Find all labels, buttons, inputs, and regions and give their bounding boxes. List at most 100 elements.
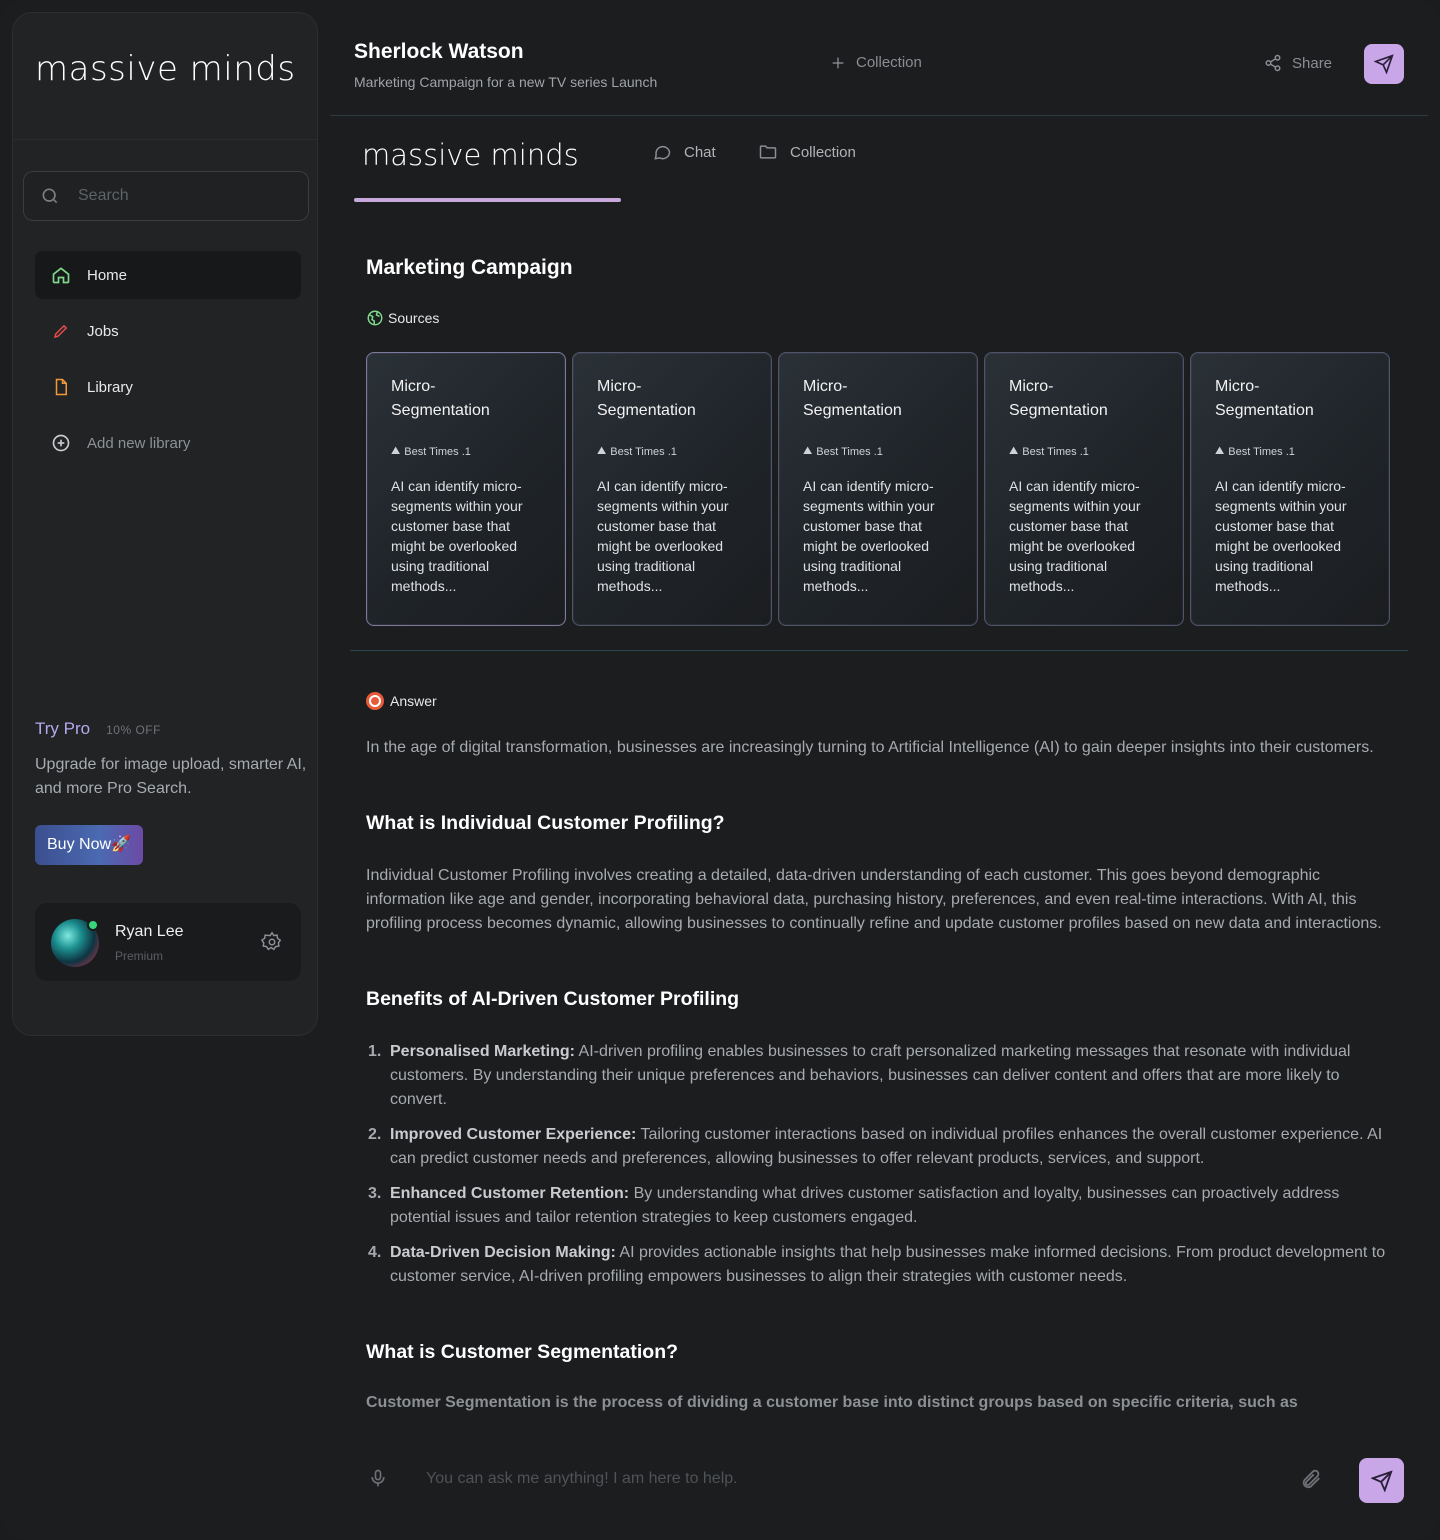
- answer-icon: [366, 692, 384, 710]
- share-icon: [1265, 54, 1281, 72]
- list-item-title: Personalised Marketing:: [390, 1043, 575, 1060]
- list-number: 2.: [368, 1126, 382, 1143]
- card-title: Micro- Segmentation: [391, 378, 490, 419]
- tab-label: Chat: [684, 143, 716, 161]
- sidebar-item-home[interactable]: Home: [35, 251, 301, 299]
- tab-label: Collection: [790, 143, 856, 161]
- sidebar-item-library[interactable]: Library: [35, 363, 301, 411]
- list-number: 1.: [368, 1043, 382, 1060]
- microphone-icon[interactable]: [368, 1466, 388, 1490]
- user-profile[interactable]: Ryan Lee Premium: [35, 903, 301, 981]
- sidebar-nav: Home Jobs Library Add new library: [35, 251, 301, 475]
- gear-icon[interactable]: [261, 931, 283, 953]
- source-logo-icon: ⛰: [1009, 445, 1019, 457]
- benefits-list: 1. Personalised Marketing: AI-driven prof…: [366, 1040, 1396, 1300]
- list-item-title: Improved Customer Experience:: [390, 1126, 637, 1143]
- card-meta-text: Best Times .1: [1228, 445, 1295, 458]
- card-meta-text: Best Times .1: [404, 445, 471, 458]
- list-item: 1. Personalised Marketing: AI-driven prof…: [366, 1040, 1396, 1112]
- send-message-button[interactable]: [1359, 1458, 1404, 1503]
- sources-text: Sources: [388, 310, 440, 326]
- share-label: Share: [1292, 54, 1333, 72]
- try-pro-title: Try Pro: [35, 719, 91, 738]
- sidebar-item-label: Add new library: [87, 434, 191, 452]
- list-item-title: Data-Driven Decision Making:: [390, 1244, 616, 1261]
- send-icon: [1370, 1469, 1393, 1492]
- section-heading: Marketing Campaign: [366, 256, 573, 279]
- card-title: Micro- Segmentation: [597, 378, 696, 419]
- card-title: Micro- Segmentation: [1009, 378, 1108, 419]
- card-meta-text: Best Times .1: [1022, 445, 1089, 458]
- source-logo-icon: ⛰: [597, 445, 607, 457]
- source-cards: Micro- Segmentation ⛰ Best Times .1 AI ca…: [366, 352, 1390, 626]
- message-composer: [330, 1436, 1428, 1540]
- card-body: AI can identify micro-segments within yo…: [597, 478, 729, 594]
- plus-circle-icon: [51, 433, 71, 453]
- sidebar-item-label: Home: [87, 266, 128, 284]
- source-logo-icon: ⛰: [803, 445, 813, 457]
- send-button[interactable]: [1364, 44, 1404, 84]
- answer-label: Answer: [366, 692, 437, 710]
- sidebar: massive minds Home Jobs: [12, 12, 318, 1036]
- card-meta: ⛰ Best Times .1: [391, 445, 541, 458]
- globe-icon: [367, 310, 383, 326]
- list-item: 2. Improved Customer Experience: Tailorin…: [366, 1123, 1396, 1171]
- buy-now-button[interactable]: Buy Now🚀: [35, 825, 143, 865]
- active-tab-indicator: [354, 198, 621, 202]
- user-tier: Premium: [115, 949, 164, 963]
- chat-icon: [654, 145, 671, 160]
- card-meta: ⛰ Best Times .1: [1215, 445, 1365, 458]
- tab-bar: massive minds Chat Collection: [354, 130, 1414, 206]
- source-card[interactable]: Micro- Segmentation ⛰ Best Times .1 AI ca…: [366, 352, 566, 626]
- list-item: 3. Enhanced Customer Retention: By unders…: [366, 1182, 1396, 1230]
- intro-paragraph: In the age of digital transformation, bu…: [366, 739, 1374, 756]
- segmentation-paragraph: Customer Segmentation is the process of …: [366, 1394, 1298, 1411]
- card-body: AI can identify micro-segments within yo…: [803, 478, 935, 594]
- logo: massive minds: [35, 49, 296, 89]
- search-box[interactable]: [23, 171, 309, 221]
- avatar: [51, 919, 99, 967]
- page-subtitle: Marketing Campaign for a new TV series L…: [354, 74, 658, 90]
- answer-text: Answer: [390, 693, 437, 709]
- tab-collection[interactable]: Collection: [758, 142, 856, 162]
- source-card[interactable]: Micro- Segmentation ⛰ Best Times .1 AI ca…: [572, 352, 772, 626]
- source-card[interactable]: Micro- Segmentation ⛰ Best Times .1 AI ca…: [778, 352, 978, 626]
- divider: [13, 139, 317, 140]
- card-meta: ⛰ Best Times .1: [597, 445, 747, 458]
- card-title: Micro- Segmentation: [803, 378, 902, 419]
- collection-label: Collection: [856, 54, 922, 71]
- source-card[interactable]: Micro- Segmentation ⛰ Best Times .1 AI ca…: [984, 352, 1184, 626]
- paperclip-icon[interactable]: [1300, 1468, 1322, 1490]
- try-pro-description: Upgrade for image upload, smarter AI, an…: [35, 756, 307, 797]
- online-status-dot: [87, 919, 99, 931]
- sidebar-item-add-library[interactable]: Add new library: [35, 419, 301, 467]
- try-pro-panel: Try Pro 10% OFF Upgrade for image upload…: [35, 719, 315, 865]
- card-meta-text: Best Times .1: [816, 445, 883, 458]
- card-title: Micro- Segmentation: [1215, 378, 1314, 419]
- folder-icon: [759, 145, 777, 159]
- sidebar-item-jobs[interactable]: Jobs: [35, 307, 301, 355]
- message-input[interactable]: [426, 1464, 1246, 1494]
- card-body: AI can identify micro-segments within yo…: [1215, 478, 1347, 594]
- list-number: 4.: [368, 1244, 382, 1261]
- search-icon: [42, 188, 58, 204]
- home-icon: [51, 265, 71, 285]
- divider: [350, 650, 1408, 651]
- profiling-paragraph: Individual Customer Profiling involves c…: [366, 867, 1382, 932]
- source-logo-icon: ⛰: [391, 445, 401, 457]
- source-logo-icon: ⛰: [1215, 445, 1225, 457]
- heading-benefits: Benefits of AI-Driven Customer Profiling: [366, 988, 740, 1010]
- share-button[interactable]: Share: [1264, 54, 1332, 72]
- header: Sherlock Watson Marketing Campaign for a…: [330, 0, 1428, 116]
- card-body: AI can identify micro-segments within yo…: [391, 478, 523, 594]
- discount-badge: 10% OFF: [106, 723, 161, 737]
- search-input[interactable]: [78, 172, 298, 220]
- source-card[interactable]: Micro- Segmentation ⛰ Best Times .1 AI ca…: [1190, 352, 1390, 626]
- heading-segmentation: What is Customer Segmentation?: [366, 1341, 679, 1363]
- list-number: 3.: [368, 1185, 382, 1202]
- tab-chat[interactable]: Chat: [652, 142, 716, 162]
- file-icon: [51, 377, 71, 397]
- add-collection-button[interactable]: Collection: [830, 54, 922, 71]
- page-title: Sherlock Watson: [354, 40, 524, 63]
- brand-tab[interactable]: massive minds: [362, 138, 579, 172]
